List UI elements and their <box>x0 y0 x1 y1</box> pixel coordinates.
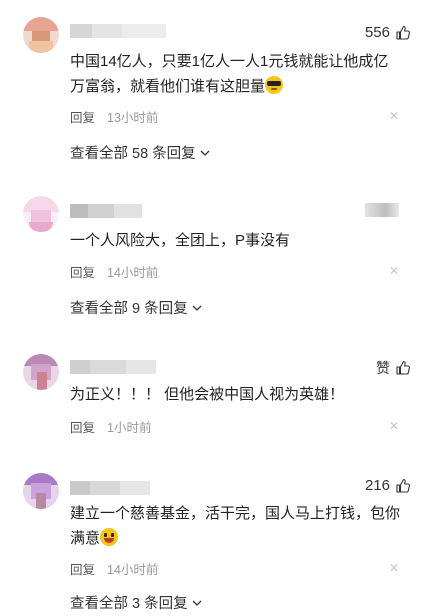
chevron-down-icon <box>192 305 202 311</box>
like-area[interactable]: 216 <box>365 477 411 494</box>
reply-button[interactable]: 回复 <box>70 262 95 281</box>
view-all-replies[interactable]: 查看全部 9 条回复 <box>70 297 203 318</box>
comment-body: 建立一个慈善基金，活干完，国人马上打钱，包你满意 <box>70 505 401 547</box>
username-blurred[interactable] <box>70 204 142 218</box>
view-all-label: 查看全部 9 条回复 <box>70 301 188 317</box>
close-icon[interactable]: ✕ <box>389 561 399 575</box>
like-area[interactable]: 赞 <box>376 358 411 378</box>
avatar[interactable] <box>23 17 59 53</box>
close-icon[interactable]: ✕ <box>389 264 399 278</box>
timestamp: 14小时前 <box>107 266 159 280</box>
comment-body: 中国14亿人，只要1亿人一人1元钱就能让他成亿万富翁，就看他们谁有这胆量 <box>70 53 389 95</box>
like-count-blurred <box>365 203 399 217</box>
thumbs-up-icon[interactable] <box>395 478 411 494</box>
close-icon[interactable]: ✕ <box>389 419 399 433</box>
reply-button[interactable]: 回复 <box>70 417 95 436</box>
view-all-label: 查看全部 3 条回复 <box>70 596 188 612</box>
username-blurred[interactable] <box>70 24 166 38</box>
thumbs-up-icon[interactable] <box>395 360 411 376</box>
view-all-replies[interactable]: 查看全部 3 条回复 <box>70 592 203 613</box>
close-icon[interactable]: ✕ <box>389 109 399 123</box>
thumbs-up-icon[interactable] <box>395 25 411 41</box>
reply-button[interactable]: 回复 <box>70 559 95 578</box>
timestamp: 14小时前 <box>107 563 159 577</box>
like-area[interactable]: 556 <box>365 24 411 41</box>
username-blurred[interactable] <box>70 360 156 374</box>
like-count: 216 <box>364 477 390 494</box>
like-label: 赞 <box>376 360 390 376</box>
comment-meta: 回复 1小时前 <box>70 417 151 436</box>
avatar[interactable] <box>23 196 59 232</box>
comment-text: 建立一个慈善基金，活干完，国人马上打钱，包你满意 <box>70 501 400 551</box>
comment-meta: 回复 14小时前 <box>70 559 158 578</box>
username-blurred[interactable] <box>70 481 150 495</box>
comment-body: 为正义！！！ 但他会被中国人视为英雄！ <box>70 386 345 403</box>
avatar[interactable] <box>23 354 59 390</box>
grinning-emoji <box>100 528 119 546</box>
like-count: 556 <box>364 24 390 41</box>
comment-text: 一个人风险大，全团上，P事没有 <box>70 228 400 253</box>
like-area[interactable] <box>365 203 399 217</box>
chevron-down-icon <box>200 150 210 156</box>
timestamp: 1小时前 <box>107 421 152 435</box>
comment-meta: 回复 13小时前 <box>70 107 158 126</box>
view-all-label: 查看全部 58 条回复 <box>70 146 196 162</box>
comment-text: 中国14亿人，只要1亿人一人1元钱就能让他成亿万富翁，就看他们谁有这胆量 <box>70 49 400 99</box>
view-all-replies[interactable]: 查看全部 58 条回复 <box>70 142 211 163</box>
timestamp: 13小时前 <box>107 111 159 125</box>
comment-meta: 回复 14小时前 <box>70 262 158 281</box>
avatar[interactable] <box>23 473 59 509</box>
sunglasses-emoji <box>265 76 284 94</box>
chevron-down-icon <box>192 600 202 606</box>
reply-button[interactable]: 回复 <box>70 107 95 126</box>
comment-body: 一个人风险大，全团上，P事没有 <box>70 232 291 249</box>
comment-text: 为正义！！！ 但他会被中国人视为英雄！ <box>70 382 400 407</box>
